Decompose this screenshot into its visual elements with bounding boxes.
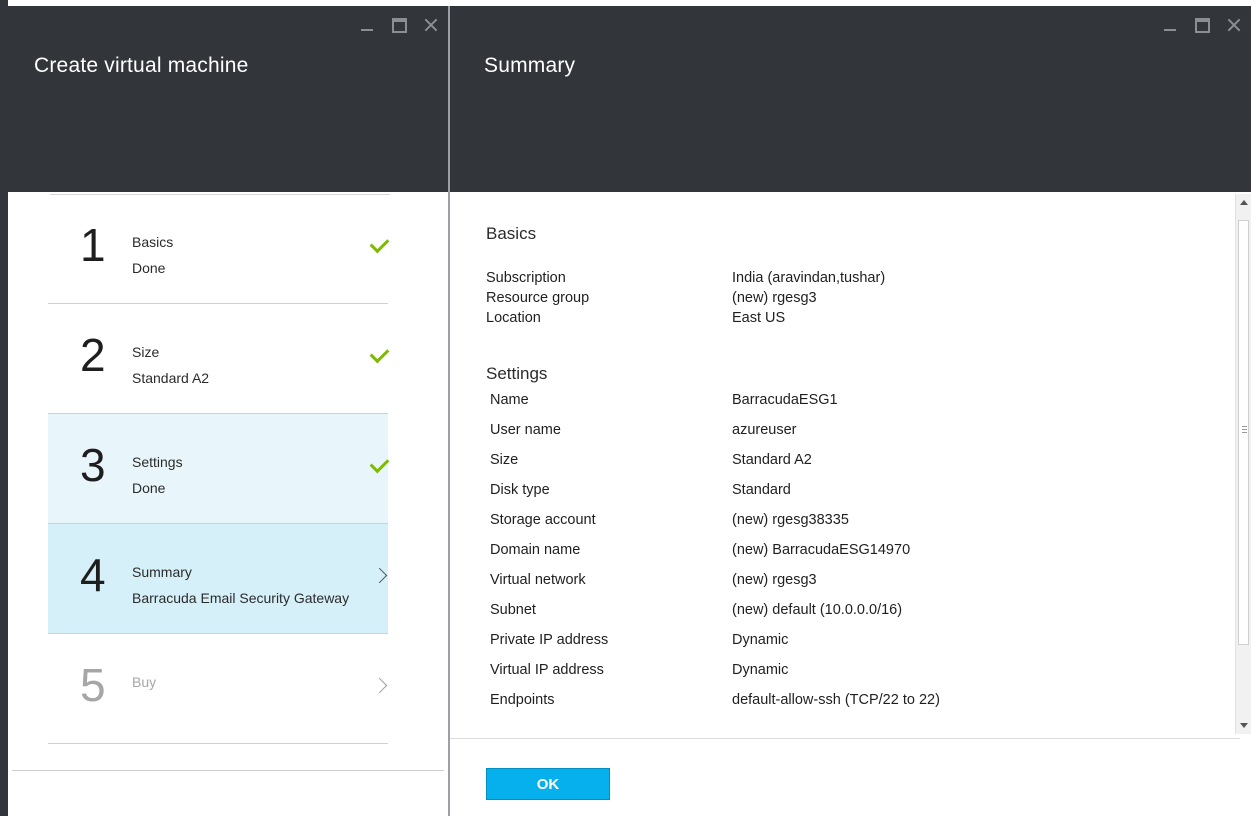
blade-title: Create virtual machine [34,54,249,77]
summary-blade: Summary Basics Subscription India (aravi… [448,6,1251,816]
close-button[interactable] [1225,16,1243,34]
row-label: Resource group [486,290,590,306]
section-heading: Settings [486,364,548,383]
chevron-right-icon [371,677,388,694]
left-edge [0,0,8,816]
row-label: Size [490,452,519,468]
maximize-icon [391,17,407,33]
row-value: default-allow-ssh (TCP/22 to 22) [732,692,940,708]
row-value: Standard A2 [732,452,812,468]
step-number: 3 [80,439,106,491]
row-value: India (aravindan,tushar) [732,270,886,286]
row-value: Dynamic [732,662,789,678]
step-title: Summary [132,564,192,580]
row-value: (new) rgesg38335 [732,512,849,528]
row-value: azureuser [732,422,797,438]
blade-header: Summary [450,6,1251,192]
maximize-button[interactable] [1193,16,1211,34]
row-value: Standard [732,482,791,498]
checkmark-icon [369,343,390,364]
row-label: Name [490,392,529,408]
grip-icon [1242,426,1247,427]
row-label: Virtual network [490,572,586,588]
minimize-icon [1164,29,1176,31]
minimize-icon [361,29,373,31]
close-icon [424,18,438,32]
row-label: User name [490,422,561,438]
row-value: (new) default (10.0.0.0/16) [732,602,903,618]
row-value: (new) rgesg3 [732,572,817,588]
row-label: Domain name [490,542,581,558]
window-controls [358,16,440,34]
blade-title: Summary [484,54,576,77]
row-label: Subscription [486,270,566,286]
row-value: Dynamic [732,632,789,648]
chevron-right-icon [371,567,388,584]
close-icon [1227,18,1241,32]
step-size[interactable]: 2 Size Standard A2 [48,304,390,414]
minimize-button[interactable] [358,16,376,34]
row-label: Virtual IP address [490,662,604,678]
ok-button[interactable]: OK [486,768,610,800]
section-heading: Basics [486,224,537,243]
row-value: (new) BarracudaESG14970 [732,542,911,558]
row-label: Disk type [490,482,550,498]
row-value: BarracudaESG1 [732,392,838,408]
step-title: Buy [132,674,157,690]
step-number: 1 [80,219,106,271]
divider [450,738,1240,739]
create-vm-blade: Create virtual machine 1 Basics Done 2 S… [8,6,448,816]
step-summary[interactable]: 4 Summary Barracuda Email Security Gatew… [48,524,388,634]
checkmark-icon [369,453,390,474]
step-subtitle: Done [132,480,166,496]
vertical-scrollbar[interactable] [1235,194,1251,734]
row-label: Private IP address [490,632,609,648]
minimize-button[interactable] [1161,16,1179,34]
close-button[interactable] [422,16,440,34]
step-title: Settings [132,454,183,470]
scrollbar-thumb[interactable] [1238,220,1249,645]
step-settings[interactable]: 3 Settings Done [48,414,390,524]
scroll-up-arrow-icon[interactable] [1240,200,1248,205]
maximize-button[interactable] [390,16,408,34]
row-label: Subnet [490,602,536,618]
scroll-down-arrow-icon[interactable] [1240,723,1248,728]
row-label: Endpoints [490,692,555,708]
checkmark-icon [369,233,390,254]
maximize-icon [1194,17,1210,33]
step-title: Basics [132,234,174,250]
step-title: Size [132,344,160,360]
step-number: 4 [80,549,106,601]
row-label: Storage account [490,512,596,528]
step-buy[interactable]: 5 Buy [48,634,388,744]
row-value: (new) rgesg3 [732,290,817,306]
step-number: 2 [80,329,106,381]
row-label: Location [486,310,541,326]
divider [12,770,444,771]
row-value: East US [732,310,786,326]
step-subtitle: Standard A2 [132,370,210,386]
step-subtitle: Done [132,260,166,276]
window-controls [1161,16,1243,34]
step-number: 5 [80,659,106,711]
step-subtitle: Barracuda Email Security Gateway [132,590,350,606]
step-basics[interactable]: 1 Basics Done [48,194,390,304]
blade-header: Create virtual machine [8,6,448,192]
